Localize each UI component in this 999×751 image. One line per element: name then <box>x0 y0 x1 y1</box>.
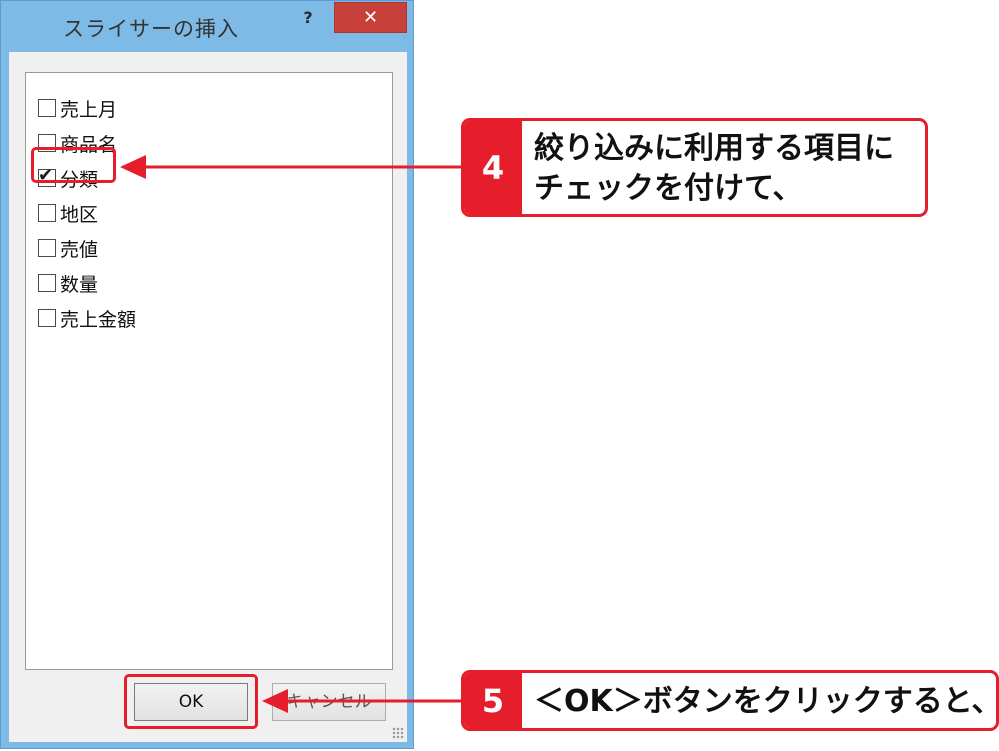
callout-step-4: 4 絞り込みに利用する項目に チェックを付けて、 <box>461 118 928 217</box>
close-icon: ✕ <box>362 7 379 28</box>
resize-grip-icon[interactable] <box>392 727 404 739</box>
field-item-region[interactable]: 地区 <box>38 198 98 228</box>
checkbox-region[interactable] <box>38 204 56 222</box>
checkbox-selling-price[interactable] <box>38 239 56 257</box>
slicer-insert-dialog: スライサーの挿入 ? ✕ 売上月 商品名 ✔ 分類 地区 売値 数量 売上金額 … <box>0 0 414 749</box>
field-label: 売上金額 <box>60 308 137 331</box>
help-button[interactable]: ? <box>291 5 325 33</box>
dialog-title: スライサーの挿入 <box>63 17 239 41</box>
field-item-sales-amount[interactable]: 売上金額 <box>38 303 136 333</box>
callout-text: 絞り込みに利用する項目に チェックを付けて、 <box>534 129 919 209</box>
field-item-selling-price[interactable]: 売値 <box>38 233 98 263</box>
step-number: 5 <box>464 673 522 728</box>
checkbox-sales-month[interactable] <box>38 99 56 117</box>
close-button[interactable]: ✕ <box>334 2 407 33</box>
field-label: 売値 <box>60 238 99 261</box>
field-label: 数量 <box>60 273 99 296</box>
ok-highlight-box <box>124 674 258 729</box>
field-label: 売上月 <box>60 98 118 121</box>
callout-line-2: チェックを付けて、 <box>534 171 803 206</box>
callout-step-5: 5 ＜OK＞ボタンをクリックすると、 <box>461 670 999 731</box>
cancel-button[interactable]: キャンセル <box>272 683 386 721</box>
title-bar[interactable]: スライサーの挿入 ? ✕ <box>1 1 413 53</box>
category-highlight-box <box>31 147 116 183</box>
field-item-sales-month[interactable]: 売上月 <box>38 93 117 123</box>
callout-text: ＜OK＞ボタンをクリックすると、 <box>534 684 999 719</box>
field-label: 地区 <box>60 203 99 226</box>
callout-line-1: 絞り込みに利用する項目に <box>534 131 894 166</box>
checkbox-sales-amount[interactable] <box>38 309 56 327</box>
field-item-quantity[interactable]: 数量 <box>38 268 98 298</box>
step-number: 4 <box>464 121 522 214</box>
checkbox-quantity[interactable] <box>38 274 56 292</box>
